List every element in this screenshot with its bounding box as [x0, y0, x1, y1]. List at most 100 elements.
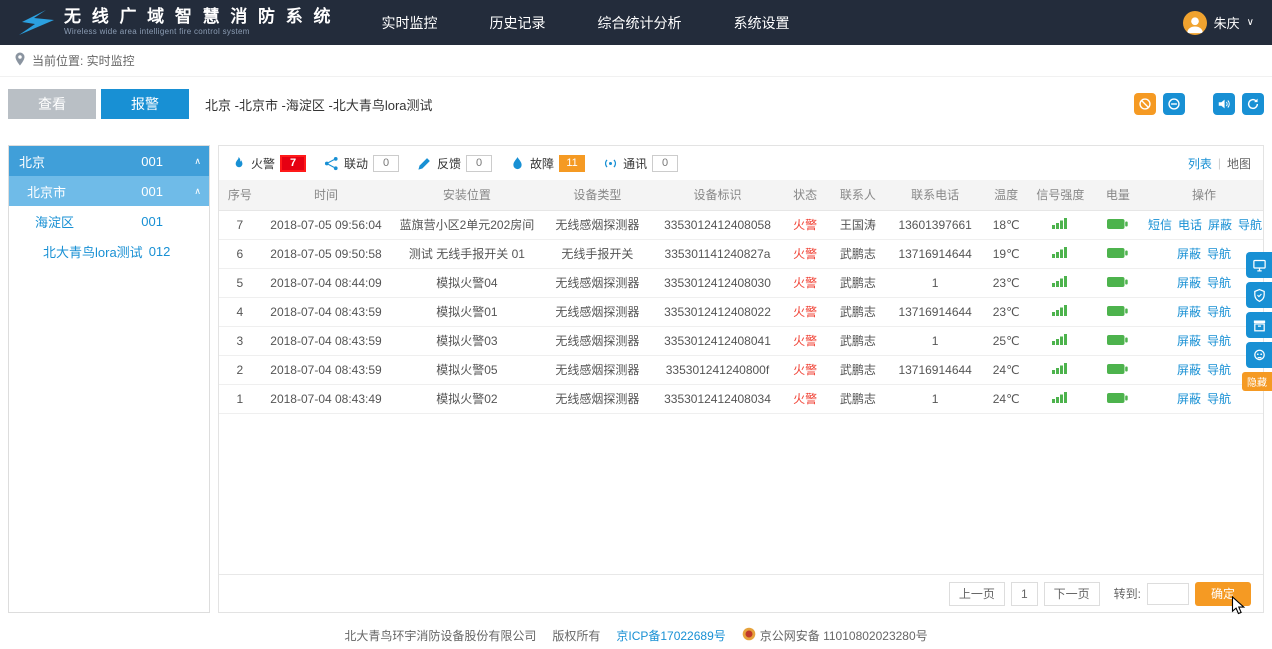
op-navigate-link[interactable]: 导航	[1207, 247, 1231, 261]
tab-alarm[interactable]: 报警	[101, 89, 189, 119]
pagination: 上一页 1 下一页 转到: 确定	[219, 574, 1263, 612]
tree-label: 北京市	[27, 182, 66, 201]
op-block-link[interactable]: 屏蔽	[1177, 334, 1201, 348]
op-block-link[interactable]: 屏蔽	[1177, 363, 1201, 377]
row-time: 2018-07-04 08:43:59	[261, 297, 392, 326]
filter-fault[interactable]: 故障 11	[510, 155, 585, 172]
row-contact: 武鹏志	[828, 355, 889, 384]
op-sms-link[interactable]: 短信	[1148, 218, 1172, 232]
op-call-link[interactable]: 电话	[1178, 218, 1202, 232]
row-contact: 王国涛	[828, 210, 889, 239]
footer-icp-link[interactable]: 京ICP备17022689号	[616, 627, 725, 644]
tree-item-haidian[interactable]: 海淀区 001	[9, 206, 209, 236]
op-navigate-link[interactable]: 导航	[1207, 363, 1231, 377]
row-type: 无线感烟探测器	[543, 210, 653, 239]
flame-icon	[231, 156, 246, 171]
row-phone: 13601397661	[888, 210, 982, 239]
mute-alarm-button[interactable]	[1134, 93, 1156, 115]
col-seq: 序号	[219, 180, 261, 210]
table-empty-space	[219, 414, 1263, 575]
op-block-link[interactable]: 屏蔽	[1177, 247, 1201, 261]
minus-circle-button[interactable]	[1163, 93, 1185, 115]
confirm-button[interactable]: 确定	[1195, 582, 1251, 606]
op-navigate-link[interactable]: 导航	[1207, 305, 1231, 319]
page-number-button[interactable]: 1	[1011, 582, 1038, 606]
tree-count: 001	[141, 154, 163, 169]
monitor-icon-button[interactable]	[1246, 252, 1272, 278]
nav-settings[interactable]: 系统设置	[734, 13, 790, 33]
row-battery	[1091, 210, 1145, 239]
tree-count: 001	[141, 214, 163, 229]
op-navigate-link[interactable]: 导航	[1207, 276, 1231, 290]
battery-icon	[1107, 363, 1128, 377]
refresh-button[interactable]	[1242, 93, 1264, 115]
row-battery	[1091, 384, 1145, 413]
filter-feedback[interactable]: 反馈 0	[417, 155, 492, 172]
goto-label: 转到:	[1114, 585, 1141, 602]
row-contact: 武鹏志	[828, 239, 889, 268]
row-seq: 4	[219, 297, 261, 326]
prev-page-button[interactable]: 上一页	[949, 582, 1005, 606]
tab-view[interactable]: 查看	[8, 89, 96, 119]
tab-action-icons	[1134, 93, 1264, 115]
footer-company: 北大青鸟环宇消防设备股份有限公司	[344, 627, 536, 644]
op-block-link[interactable]: 屏蔽	[1177, 276, 1201, 290]
mask-icon-button[interactable]	[1246, 342, 1272, 368]
row-seq: 7	[219, 210, 261, 239]
tree-item-beijing[interactable]: 北京 001 ∧	[9, 146, 209, 176]
op-block-link[interactable]: 屏蔽	[1177, 305, 1201, 319]
col-type: 设备类型	[543, 180, 653, 210]
tree-count: 012	[149, 244, 171, 259]
filter-count: 11	[559, 155, 585, 172]
col-location: 安装位置	[391, 180, 542, 210]
hide-toolbar-button[interactable]: 隐藏	[1242, 372, 1272, 391]
nav-statistics[interactable]: 综合统计分析	[598, 13, 682, 33]
collapse-caret-icon[interactable]: ∧	[189, 156, 201, 167]
op-block-link[interactable]: 屏蔽	[1208, 218, 1232, 232]
row-signal	[1030, 239, 1091, 268]
row-location: 模拟火警02	[391, 384, 542, 413]
archive-box-icon-button[interactable]	[1246, 312, 1272, 338]
row-status: 火警	[783, 384, 828, 413]
col-signal: 信号强度	[1030, 180, 1091, 210]
speaker-button[interactable]	[1213, 93, 1235, 115]
tree-item-lora-test[interactable]: 北大青鸟lora测试 012	[9, 236, 209, 266]
row-contact: 武鹏志	[828, 268, 889, 297]
view-map-button[interactable]: 地图	[1227, 155, 1251, 172]
col-status: 状态	[783, 180, 828, 210]
row-time: 2018-07-04 08:43:49	[261, 384, 392, 413]
goto-page-input[interactable]	[1147, 583, 1189, 605]
collapse-caret-icon[interactable]: ∧	[189, 186, 201, 197]
app-logo-icon	[18, 8, 56, 38]
nav-history[interactable]: 历史记录	[490, 13, 546, 33]
filter-linkage[interactable]: 联动 0	[324, 155, 399, 172]
filter-fire[interactable]: 火警 7	[231, 155, 306, 172]
row-device-id: 3353012412408058	[652, 210, 783, 239]
op-navigate-link[interactable]: 导航	[1238, 218, 1262, 232]
op-block-link[interactable]: 屏蔽	[1177, 392, 1201, 406]
next-page-button[interactable]: 下一页	[1044, 582, 1100, 606]
user-menu[interactable]: 朱庆 ∨	[1183, 11, 1254, 35]
row-seq: 2	[219, 355, 261, 384]
row-location: 模拟火警01	[391, 297, 542, 326]
row-ops: 短信电话屏蔽导航	[1145, 210, 1263, 239]
battery-icon	[1107, 276, 1128, 290]
table-row: 32018-07-04 08:43:59模拟火警03无线感烟探测器3353012…	[219, 326, 1263, 355]
row-signal	[1030, 268, 1091, 297]
filter-comm[interactable]: 通讯 0	[603, 155, 678, 172]
police-badge-icon	[742, 627, 756, 644]
row-contact: 武鹏志	[828, 384, 889, 413]
shield-icon-button[interactable]	[1246, 282, 1272, 308]
nav-realtime-monitor[interactable]: 实时监控	[382, 13, 438, 33]
op-navigate-link[interactable]: 导航	[1207, 392, 1231, 406]
tree-item-beijing-city[interactable]: 北京市 001 ∧	[9, 176, 209, 206]
signal-strength-icon	[1052, 218, 1068, 232]
col-time: 时间	[261, 180, 392, 210]
table-row: 12018-07-04 08:43:49模拟火警02无线感烟探测器3353012…	[219, 384, 1263, 413]
row-type: 无线感烟探测器	[543, 355, 653, 384]
row-temp: 18℃	[982, 210, 1030, 239]
footer-police-text: 京公网安备 11010802023280号	[760, 627, 928, 644]
view-list-button[interactable]: 列表	[1188, 155, 1212, 172]
op-navigate-link[interactable]: 导航	[1207, 334, 1231, 348]
row-temp: 23℃	[982, 268, 1030, 297]
